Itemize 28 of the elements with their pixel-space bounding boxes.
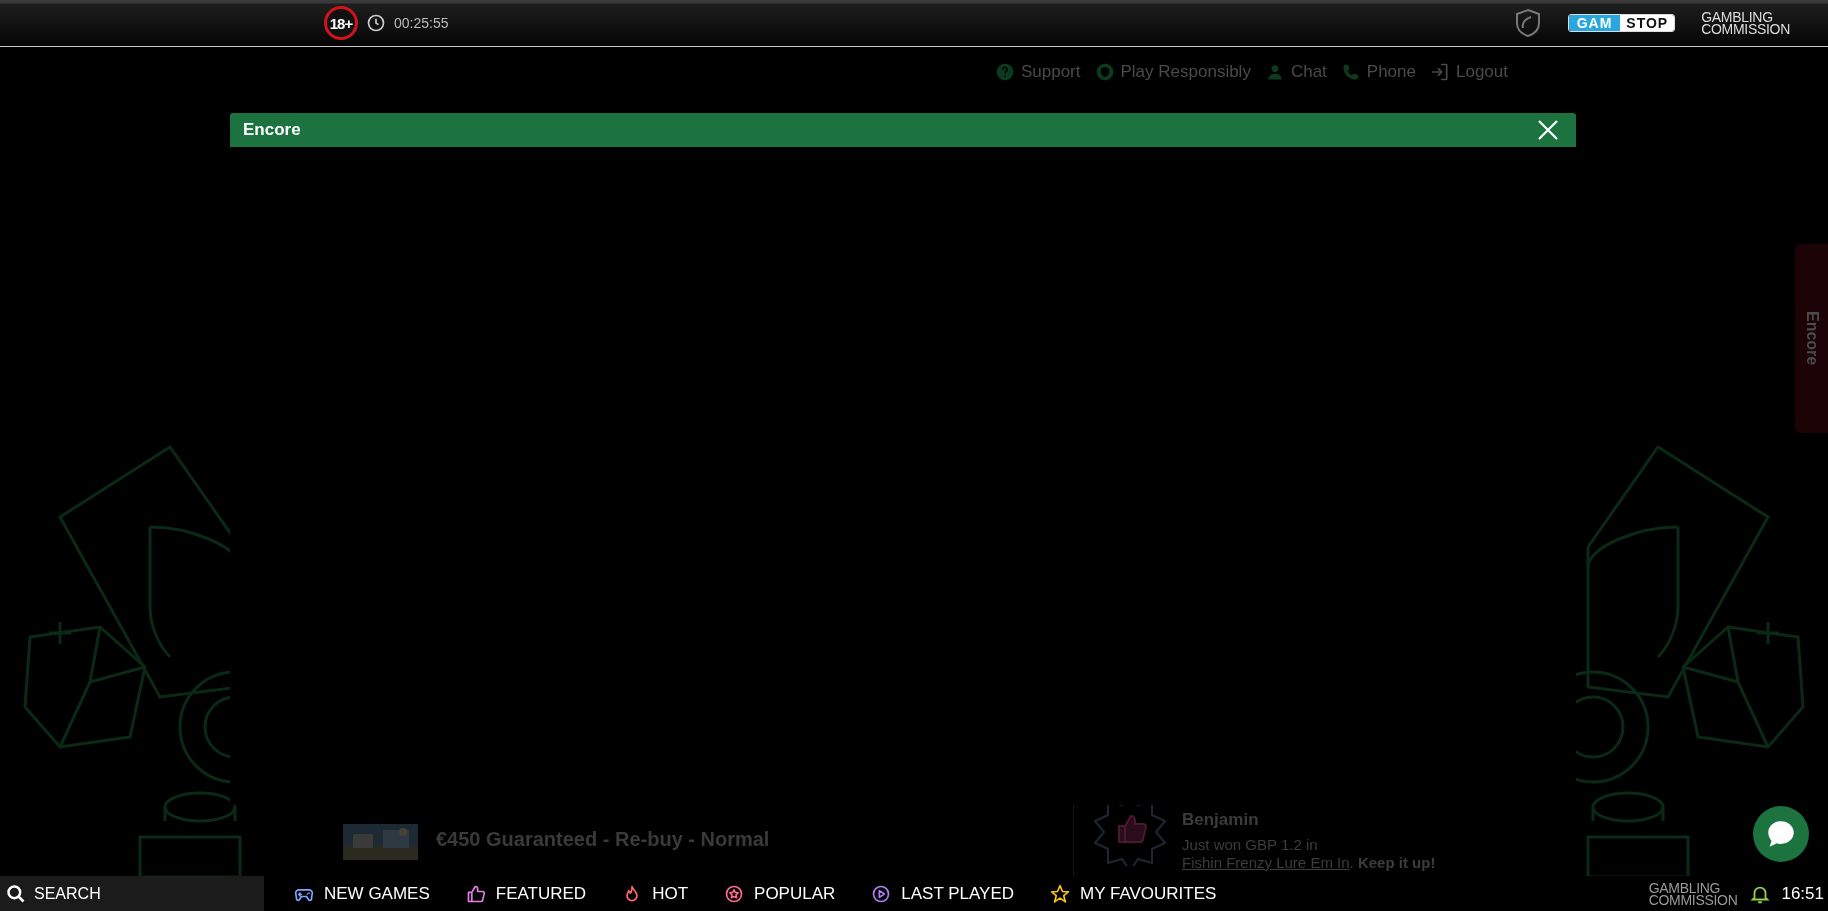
star-badge-icon xyxy=(724,883,745,904)
nav-item[interactable]: MY FAVOURITES xyxy=(1050,883,1217,904)
winner-name: Benjamin xyxy=(1182,810,1260,830)
win-message: Just won GBP 1.2 in Fishin Frenzy Lure Em In. Keep it up! xyxy=(1182,836,1437,872)
clock-time: 16:51 xyxy=(1781,883,1824,904)
shield-icon xyxy=(1094,62,1115,82)
search-button[interactable]: SEARCH xyxy=(0,876,264,911)
nav-item[interactable]: FEATURED xyxy=(465,883,587,904)
help-icon xyxy=(994,62,1015,82)
clock-icon xyxy=(366,13,386,33)
gamstop-logo[interactable]: GAM STOP xyxy=(1567,14,1676,32)
logout-icon xyxy=(1430,62,1450,82)
nav-item[interactable]: LAST PLAYED xyxy=(871,883,1015,904)
close-button[interactable] xyxy=(1536,118,1560,142)
play-icon xyxy=(871,883,892,904)
thumbs-up-icon xyxy=(465,883,486,904)
search-icon xyxy=(6,883,26,904)
star-icon xyxy=(1050,883,1071,904)
dialog-title: Encore xyxy=(243,120,301,140)
nav-item[interactable]: POPULAR xyxy=(724,883,836,904)
session-timer: 00:25:55 xyxy=(394,15,449,31)
nav-item[interactable]: HOT xyxy=(622,883,689,904)
gambling-commission-logo[interactable]: GAMBLING COMMISSION xyxy=(1701,11,1790,35)
age-restriction-badge: 18+ xyxy=(324,6,358,40)
nav-item[interactable]: NEW GAMES xyxy=(294,883,430,904)
gambling-commission-logo[interactable]: GAMBLING COMMISSION xyxy=(1648,881,1738,906)
chat-button[interactable] xyxy=(1753,806,1809,862)
close-icon xyxy=(1536,118,1560,142)
